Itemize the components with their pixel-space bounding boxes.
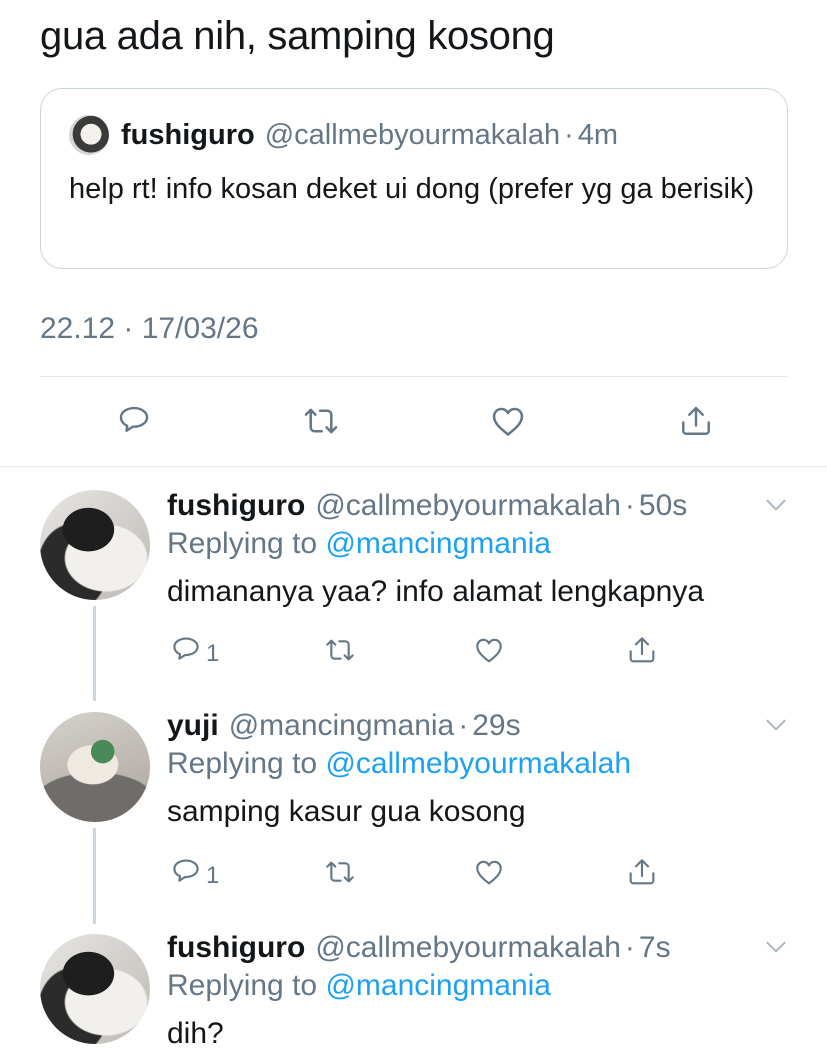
replying-to: Replying to @mancingmania [167,527,551,561]
share-icon [629,859,655,885]
replying-to: Replying to @mancingmania [167,969,551,1003]
tweet-menu-button[interactable] [763,492,789,523]
reply-count: 1 [206,862,220,889]
separator: · [458,709,469,742]
chevron-down-icon [766,941,786,953]
mention-link[interactable]: @callmebyourmakalah [325,747,631,780]
user-handle[interactable]: @callmebyourmakalah [315,931,621,965]
share-button[interactable] [624,632,660,668]
tweet-text: gua ada nih, samping kosong [40,14,555,58]
like-button[interactable] [487,400,529,442]
separator: · [624,931,635,964]
heart-icon [492,407,524,436]
heart-icon [476,860,502,885]
like-button[interactable] [471,632,507,668]
display-name[interactable]: yuji [167,709,219,743]
quoted-tweet-text: help rt! info kosan deket ui dong (prefe… [69,173,755,205]
user-handle[interactable]: @mancingmania [229,709,455,743]
tweet-time: 50s [638,489,688,522]
reply-tweet[interactable]: fushiguro @callmebyourmakalah · 50s Repl… [0,486,827,686]
retweet-icon [304,408,338,434]
replying-to: Replying to @callmebyourmakalah [167,747,631,781]
reply-tweet[interactable]: yuji @mancingmania · 29s Replying to @ca… [0,706,827,906]
replying-to-label: Replying to [167,527,326,560]
divider [40,376,788,377]
retweet-button[interactable] [300,400,342,442]
retweet-icon [326,639,354,661]
reply-icon [173,859,199,882]
reply-text: dih? [167,1017,224,1050]
chevron-down-icon [766,499,786,511]
tweet-time: 29s [472,709,521,742]
quoted-tweet-card[interactable]: fushiguro @callmebyourmakalah · 4m help … [40,88,788,269]
like-button[interactable] [471,854,507,890]
reply-icon [119,406,149,432]
reply-header: yuji @mancingmania · 29s [167,706,521,746]
reply-text: samping kasur gua kosong [167,795,526,828]
replying-to-label: Replying to [167,747,326,780]
mention-link[interactable]: @mancingmania [325,969,551,1002]
reply-text: dimananya yaa? info alamat lengkapnya [167,575,705,608]
display-name[interactable]: fushiguro [167,931,305,965]
avatar[interactable] [40,490,150,600]
quoted-display-name[interactable]: fushiguro [121,119,255,152]
reply-button[interactable] [168,632,204,668]
divider [0,466,827,467]
reply-button[interactable] [168,854,204,890]
reply-tweet[interactable]: fushiguro @callmebyourmakalah · 7s Reply… [0,928,827,1058]
tweet-menu-button[interactable] [763,934,789,965]
quoted-tweet-header: fushiguro @callmebyourmakalah · 4m [69,115,618,155]
avatar[interactable] [40,712,150,822]
display-name[interactable]: fushiguro [167,489,305,523]
reply-action-bar: 1 [0,854,827,894]
retweet-icon [326,861,354,883]
reply-count: 1 [206,640,220,667]
share-icon [629,637,655,663]
avatar[interactable] [40,934,150,1044]
tweet-timestamp: 22.12 · 17/03/26 [40,312,259,345]
quoted-separator: · [564,118,574,151]
user-handle[interactable]: @callmebyourmakalah [315,489,621,523]
quoted-avatar[interactable] [69,115,109,155]
chevron-down-icon [766,719,786,731]
share-button[interactable] [675,400,717,442]
quoted-time: 4m [577,118,619,151]
retweet-button[interactable] [322,632,358,668]
reply-button[interactable] [113,400,155,442]
separator: · [624,489,635,522]
reply-action-bar: 1 [0,632,827,672]
tweet-time: 7s [638,931,671,964]
retweet-button[interactable] [322,854,358,890]
share-icon [682,406,710,435]
quoted-handle[interactable]: @callmebyourmakalah [265,119,560,152]
replying-to-label: Replying to [167,969,326,1002]
tweet-menu-button[interactable] [763,712,789,743]
heart-icon [476,638,502,663]
mention-link[interactable]: @mancingmania [325,527,551,560]
reply-icon [173,637,199,660]
reply-header: fushiguro @callmebyourmakalah · 50s [167,486,687,526]
reply-header: fushiguro @callmebyourmakalah · 7s [167,928,671,968]
share-button[interactable] [624,854,660,890]
